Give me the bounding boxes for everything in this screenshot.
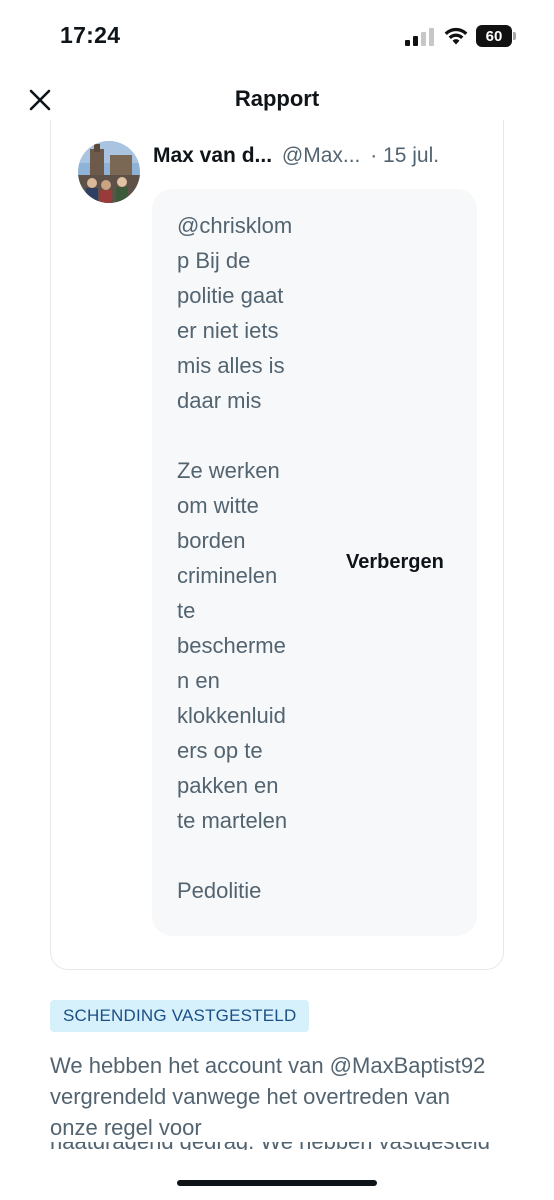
violation-text: We hebben het account van @MaxBaptist92 … xyxy=(50,1053,486,1140)
status-bar: 17:24 60 xyxy=(0,0,554,74)
page-title: Rapport xyxy=(234,86,320,111)
violation-badge: SCHENDING VASTGESTELD xyxy=(50,1000,310,1032)
tweet-date[interactable]: · 15 jul. xyxy=(370,144,439,167)
avatar-image xyxy=(78,141,140,203)
home-indicator[interactable] xyxy=(177,1180,377,1186)
tweet-author-line: Max van d... @Max... · 15 jul. xyxy=(153,144,493,168)
author-handle[interactable]: @Max... xyxy=(282,144,361,167)
avatar[interactable] xyxy=(78,141,140,203)
hide-button[interactable]: Verbergen xyxy=(338,547,452,578)
author-name[interactable]: Max van d... xyxy=(153,144,272,167)
tweet-text: @chrisklom p Bij de politie gaat er niet… xyxy=(177,213,293,903)
header: Rapport xyxy=(0,74,554,126)
cellular-signal-icon xyxy=(405,28,434,46)
status-time: 17:24 xyxy=(60,22,121,48)
battery-level: 60 xyxy=(476,25,512,47)
battery-icon: 60 xyxy=(476,25,516,47)
wifi-icon xyxy=(444,27,468,45)
